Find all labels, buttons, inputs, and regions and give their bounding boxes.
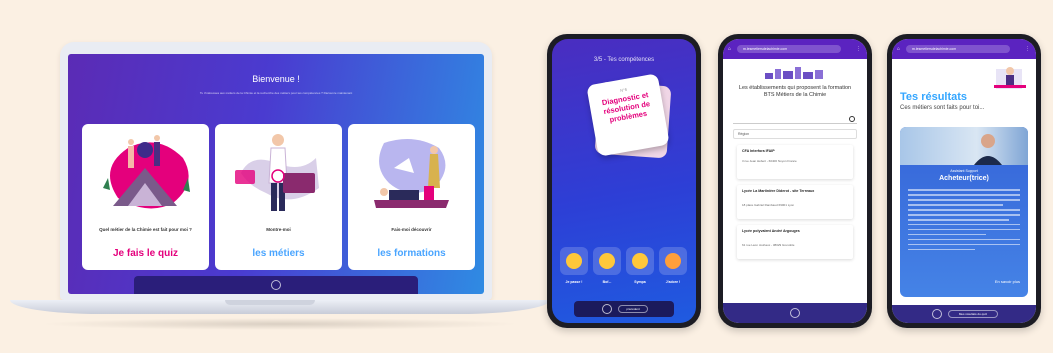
training-illustration: [374, 139, 449, 208]
welcome-title: Bienvenue !: [252, 74, 300, 84]
previous-button[interactable]: précédent: [618, 305, 648, 313]
option-skip-label: Je passe !: [565, 280, 583, 284]
neutral-face-icon: [566, 253, 582, 269]
job-title: Acheteur(trice): [939, 175, 989, 182]
quiz-card-caption: Quel métier de la Chimie est fait pour m…: [99, 227, 192, 232]
jobs-cta[interactable]: les métiers: [215, 248, 342, 259]
option-meh-label: Bof...: [602, 280, 612, 284]
training-card[interactable]: Fais-moi découvrir les formations: [348, 124, 475, 270]
results-subtitle: Ces métiers sont faits pour toi...: [900, 105, 985, 111]
phone-schools: ⌂ m.lesmetiersdelachimie.com ⋮ Les établ…: [718, 34, 872, 328]
phone-results-screen: ⌂ m.lesmetiersdelachimie.com ⋮ Tes résul…: [892, 39, 1036, 323]
option-love-label: J'adore !: [665, 280, 681, 284]
browser-bar: ⌂ m.lesmetiersdelachimie.com ⋮: [892, 39, 1036, 59]
home-icon[interactable]: [271, 280, 281, 290]
jobs-card-caption: Montre-moi: [266, 227, 291, 232]
option-love[interactable]: J'adore !: [659, 247, 687, 284]
search-input[interactable]: [733, 115, 857, 124]
welcome-subtitle: Tu t'intéresses aux métiers de la Chimie…: [199, 91, 353, 95]
home-icon[interactable]: ⌂: [897, 46, 900, 52]
results-bottom-bar: Mes résultats du quiz: [892, 305, 1036, 323]
home-icon[interactable]: [602, 304, 612, 314]
schools-bottom-bar: [723, 303, 867, 323]
list-item[interactable]: Lycée polyvalent André Argouges 61 rue L…: [737, 225, 853, 259]
home-icon[interactable]: [932, 309, 942, 319]
phone-results: ⌂ m.lesmetiersdelachimie.com ⋮ Tes résul…: [887, 34, 1041, 328]
menu-icon[interactable]: ⋮: [1025, 46, 1030, 52]
phone-quiz: 3/5 - Tes compétences N°6 Diagnostic et …: [547, 34, 701, 328]
heart-eyes-face-icon: [665, 253, 681, 269]
quiz-cta[interactable]: Je fais le quiz: [82, 248, 209, 259]
search-icon[interactable]: [849, 116, 855, 122]
quiz-bottom-bar: précédent: [574, 301, 674, 317]
url-field[interactable]: m.lesmetiersdelachimie.com: [737, 45, 841, 53]
job-description: [908, 189, 1020, 279]
school-name: Lycée polyvalent André Argouges: [742, 229, 800, 233]
option-skip[interactable]: Je passe !: [560, 247, 588, 284]
smiling-face-icon: [632, 253, 648, 269]
home-icon[interactable]: ⌂: [728, 46, 731, 52]
job-photo: [900, 127, 1028, 165]
option-nice-label: Sympa: [634, 280, 646, 284]
list-item[interactable]: Lycée La Martinière Diderot - site Terre…: [737, 185, 853, 219]
unamused-face-icon: [599, 253, 615, 269]
school-name: CFA Interfora IFAIP: [742, 149, 775, 153]
school-address: 3 rue Jean Hébert - 60400 Noyon France: [742, 159, 797, 163]
laptop-screen: Bienvenue ! Tu t'intéresses aux métiers …: [68, 54, 484, 294]
phone-quiz-screen: 3/5 - Tes compétences N°6 Diagnostic et …: [552, 39, 696, 323]
school-address: 18 place Gabriel Rambaud 69001 Lyon: [742, 203, 795, 207]
training-card-caption: Fais-moi découvrir: [391, 227, 432, 232]
option-nice[interactable]: Sympa: [626, 247, 654, 284]
training-cta[interactable]: les formations: [348, 248, 475, 259]
school-name: Lycée La Martinière Diderot - site Terre…: [742, 189, 815, 193]
job-card[interactable]: Assistant Support Acheteur(trice) En sav…: [900, 127, 1028, 297]
quiz-card[interactable]: Quel métier de la Chimie est fait pour m…: [82, 124, 209, 270]
browser-bar: ⌂ m.lesmetiersdelachimie.com ⋮: [723, 39, 867, 59]
region-select[interactable]: Région: [733, 129, 857, 139]
laptop-bottom-bar: [134, 276, 418, 294]
jobs-illustration: [235, 134, 319, 211]
schools-heading: Les établissements qui proposent la form…: [738, 85, 852, 98]
quiz-step-title: 3/5 - Tes compétences: [593, 57, 655, 63]
quiz-illustration: [103, 135, 190, 209]
menu-icon[interactable]: ⋮: [856, 46, 861, 52]
jobs-card[interactable]: Montre-moi les métiers: [215, 124, 342, 270]
city-skyline-icon: [765, 67, 823, 79]
list-item[interactable]: CFA Interfora IFAIP 3 rue Jean Hébert - …: [737, 145, 853, 179]
quiz-results-button[interactable]: Mes résultats du quiz: [948, 310, 998, 318]
home-icon[interactable]: [790, 308, 800, 318]
school-address: 61 rue Léon Jouhaux - 38029 Grenoble: [742, 243, 795, 247]
rating-options: Je passe ! Bof... Sympa J'adore !: [560, 247, 688, 287]
person-photo: [974, 134, 1002, 165]
url-field[interactable]: m.lesmetiersdelachimie.com: [906, 45, 1010, 53]
phone-schools-screen: ⌂ m.lesmetiersdelachimie.com ⋮ Les établ…: [723, 39, 867, 323]
results-illustration: [994, 67, 1026, 89]
laptop-mockup: Bienvenue ! Tu t'intéresses aux métiers …: [60, 42, 492, 300]
skill-card[interactable]: N°6 Diagnostic et résolution de problème…: [586, 73, 670, 157]
results-title: Tes résultats: [900, 91, 968, 103]
laptop-notch: [225, 300, 315, 305]
job-tag: Assistant Support: [950, 169, 978, 173]
laptop-shadow: [40, 318, 520, 330]
option-meh[interactable]: Bof...: [593, 247, 621, 284]
more-link[interactable]: En savoir plus: [995, 279, 1020, 284]
